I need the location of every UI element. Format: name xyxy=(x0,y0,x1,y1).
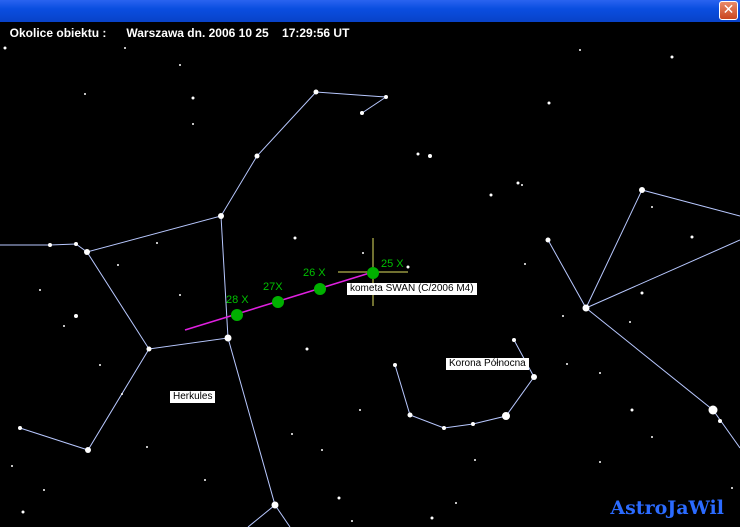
comet-date-label-25: 25 X xyxy=(381,258,404,270)
close-button[interactable]: ✕ xyxy=(719,1,738,20)
comet-marker-27 xyxy=(272,296,284,308)
hercules-label: Herkules xyxy=(170,391,216,403)
corona-borealis-label: Korona Północna xyxy=(446,358,529,370)
comet-marker-25 xyxy=(367,267,379,279)
comet-date-label-27: 27X xyxy=(263,281,283,293)
comet-date-label-28: 28 X xyxy=(226,294,249,306)
comet-marker-28 xyxy=(231,309,243,321)
brand-logo: AstroJaWil xyxy=(610,497,724,519)
window-titlebar: Okolice obiektu : Warszawa dn. 2006 10 2… xyxy=(0,0,740,40)
sky-map xyxy=(0,46,740,527)
comet-marker-26 xyxy=(314,283,326,295)
comet-name-label: kometa SWAN (C/2006 M4) xyxy=(347,283,477,295)
constellation-lines xyxy=(0,91,740,527)
close-icon: ✕ xyxy=(722,2,735,18)
comet-date-label-26: 26 X xyxy=(303,267,326,279)
